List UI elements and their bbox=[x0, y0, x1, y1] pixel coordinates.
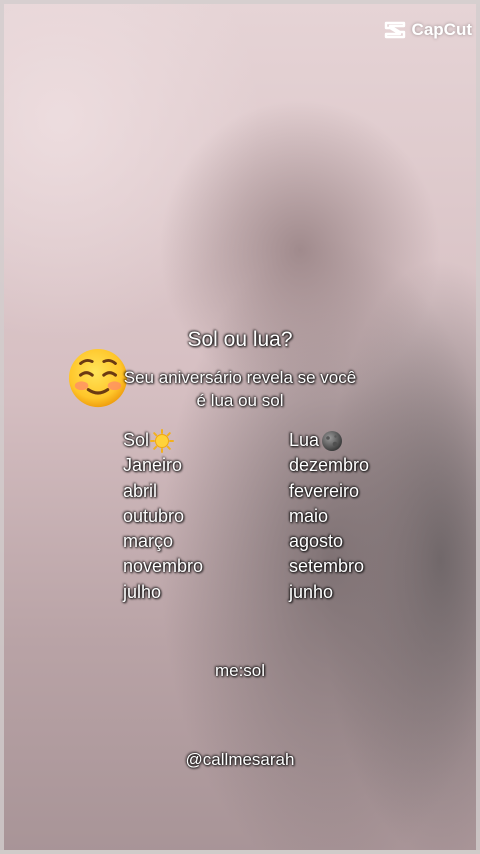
lua-month: junho bbox=[289, 581, 334, 602]
sol-month: julho bbox=[123, 581, 162, 602]
lua-month: agosto bbox=[289, 531, 344, 552]
sol-column: Sol Janeiro abril outubro março novembro… bbox=[123, 428, 203, 605]
subtitle: Seu aniversário revela se você é lua ou … bbox=[104, 366, 376, 412]
lua-month: setembro bbox=[289, 556, 365, 577]
capcut-logo-icon bbox=[384, 21, 405, 39]
lua-month: dezembro bbox=[289, 455, 370, 476]
creator-handle: @callmesarah bbox=[185, 750, 295, 769]
subtitle-line-2: é lua ou sol bbox=[196, 391, 284, 410]
sol-month: Janeiro bbox=[123, 455, 183, 476]
sol-month: novembro bbox=[123, 556, 204, 577]
capcut-watermark: CapCut bbox=[383, 20, 472, 40]
lua-month: fevereiro bbox=[289, 480, 360, 501]
new-moon-emoji bbox=[322, 430, 343, 451]
bottom-border bbox=[0, 850, 480, 854]
capcut-brand-text: CapCut bbox=[411, 20, 472, 39]
my-answer: me:sol bbox=[214, 661, 266, 680]
frame-border bbox=[0, 0, 480, 854]
sol-month: abril bbox=[123, 480, 158, 501]
lua-heading: Lua bbox=[289, 430, 320, 450]
sol-month: março bbox=[123, 531, 174, 552]
sol-heading: Sol bbox=[123, 430, 150, 450]
lua-month: maio bbox=[289, 505, 329, 526]
sol-heading-row: Sol bbox=[123, 428, 203, 453]
sol-month: outubro bbox=[123, 505, 185, 526]
sun-emoji bbox=[150, 428, 175, 453]
subtitle-line-1: Seu aniversário revela se você bbox=[123, 368, 357, 387]
lua-column: Lua dezembro fevereiro maio agosto setem… bbox=[289, 428, 369, 605]
lua-heading-row: Lua bbox=[289, 428, 369, 453]
